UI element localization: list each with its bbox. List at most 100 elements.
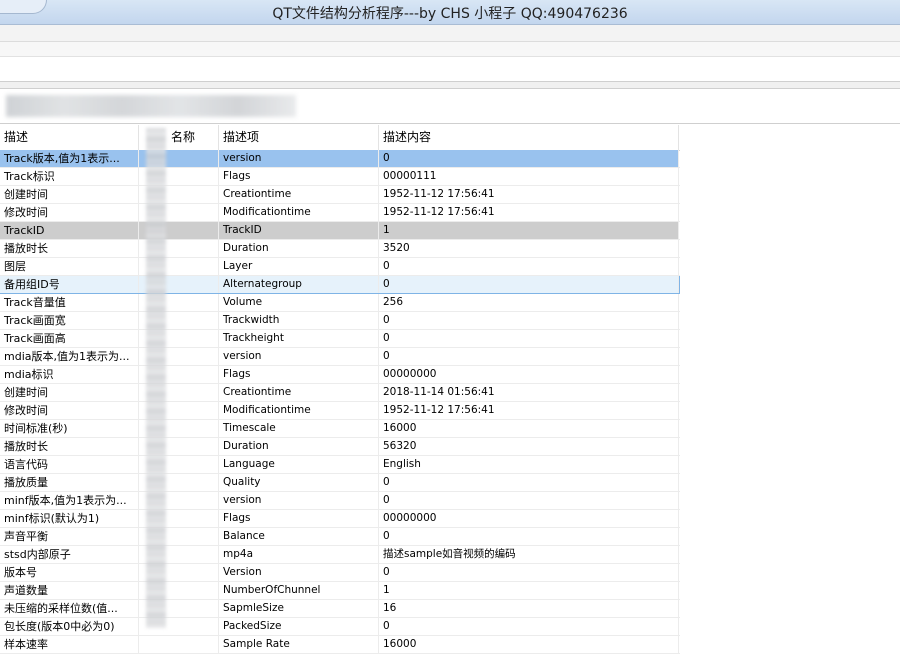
cell-description: stsd内部原子 [0,546,139,563]
cell-item: Flags [219,366,379,383]
cell-content: 2018-11-14 01:56:41 [379,384,679,401]
table-row[interactable]: 样本速率 Sample Rate 16000 [0,636,680,654]
cell-content: 0 [379,618,679,635]
cell-content: 16 [379,600,679,617]
cell-item: Creationtime [219,186,379,203]
table-row[interactable]: Track版本,值为1表示... version 0 [0,150,680,168]
table-row[interactable]: minf版本,值为1表示为... version 0 [0,492,680,510]
cell-description: 样本速率 [0,636,139,653]
cell-item: Sample Rate [219,636,379,653]
table-row[interactable]: 包长度(版本0中必为0) PackedSize 0 [0,618,680,636]
cell-item: Flags [219,510,379,527]
table-row[interactable]: 播放时长 Duration 3520 [0,240,680,258]
cell-description: 播放质量 [0,474,139,491]
cell-description: 备用组ID号 [0,276,139,293]
cell-item: PackedSize [219,618,379,635]
cell-content: 00000111 [379,168,679,185]
table-row[interactable]: TrackID TrackID 1 [0,222,680,240]
cell-content: 0 [379,258,679,275]
table-row[interactable]: 创建时间 Creationtime 2018-11-14 01:56:41 [0,384,680,402]
table-row[interactable]: Track音量值 Volume 256 [0,294,680,312]
table-row[interactable]: stsd内部原子 mp4a 描述sample如音视频的编码 [0,546,680,564]
table-row[interactable]: Track标识 Flags 00000111 [0,168,680,186]
cell-item: version [219,348,379,365]
cell-description: 未压缩的采样位数(值... [0,600,139,617]
cell-content: 256 [379,294,679,311]
cell-item: Modificationtime [219,402,379,419]
cell-description: 包长度(版本0中必为0) [0,618,139,635]
cell-item: Balance [219,528,379,545]
cell-item: SapmleSize [219,600,379,617]
table-body: Track版本,值为1表示... version 0 Track标识 Flags 0000… [0,150,680,654]
cell-description: 修改时间 [0,204,139,221]
cell-content: 0 [379,330,679,347]
cell-name [139,636,219,653]
cell-content: 00000000 [379,366,679,383]
column-header-content[interactable]: 描述内容 [379,125,679,150]
cell-content: English [379,456,679,473]
cell-description: 声音平衡 [0,528,139,545]
cell-description: 播放时长 [0,438,139,455]
title-bar: QT文件结构分析程序---by CHS 小程子 QQ:490476236 [0,0,900,25]
table-row[interactable]: 修改时间 Modificationtime 1952-11-12 17:56:41 [0,402,680,420]
cell-description: 创建时间 [0,384,139,401]
cell-description: 语言代码 [0,456,139,473]
cell-item: version [219,150,379,167]
table-row[interactable]: 创建时间 Creationtime 1952-11-12 17:56:41 [0,186,680,204]
table-row[interactable]: mdia标识 Flags 00000000 [0,366,680,384]
table-row[interactable]: 语言代码 Language English [0,456,680,474]
table-row[interactable]: 播放质量 Quality 0 [0,474,680,492]
cell-description: Track画面高 [0,330,139,347]
cell-content: 16000 [379,420,679,437]
table-row[interactable]: mdia版本,值为1表示为... version 0 [0,348,680,366]
cell-content: 0 [379,474,679,491]
cell-item: NumberOfChunnel [219,582,379,599]
cell-item: Timescale [219,420,379,437]
cell-content: 1952-11-12 17:56:41 [379,186,679,203]
cell-item: Modificationtime [219,204,379,221]
table-row[interactable]: Track画面宽 Trackwidth 0 [0,312,680,330]
cell-content: 1 [379,222,679,239]
cell-description: mdia版本,值为1表示为... [0,348,139,365]
cell-item: Duration [219,438,379,455]
table-top-border [0,123,900,124]
column-header-item[interactable]: 描述项 [219,125,379,150]
splitter[interactable] [0,81,900,89]
cell-content: 0 [379,492,679,509]
cell-item: Version [219,564,379,581]
cell-description: 声道数量 [0,582,139,599]
table-row[interactable]: 时间标准(秒) Timescale 16000 [0,420,680,438]
menu-bar[interactable] [0,25,900,42]
table-row[interactable]: 播放时长 Duration 56320 [0,438,680,456]
cell-description: 创建时间 [0,186,139,203]
cell-description: Track标识 [0,168,139,185]
cell-description: 时间标准(秒) [0,420,139,437]
table-row[interactable]: 声音平衡 Balance 0 [0,528,680,546]
cell-description: mdia标识 [0,366,139,383]
table-row[interactable]: Track画面高 Trackheight 0 [0,330,680,348]
cell-item: Layer [219,258,379,275]
cell-content: 0 [379,312,679,329]
table-row[interactable]: minf标识(默认为1) Flags 00000000 [0,510,680,528]
cell-content: 0 [379,348,679,365]
toolbar-spacer [0,57,900,81]
cell-item: mp4a [219,546,379,563]
table-row[interactable]: 备用组ID号 Alternategroup 0 [0,276,680,294]
table-row[interactable]: 未压缩的采样位数(值... SapmleSize 16 [0,600,680,618]
cell-item: Creationtime [219,384,379,401]
cell-item: Trackwidth [219,312,379,329]
cell-item: Duration [219,240,379,257]
cell-description: minf标识(默认为1) [0,510,139,527]
cell-content: 0 [379,276,679,293]
column-header-description[interactable]: 描述 [0,125,139,150]
table-row[interactable]: 版本号 Version 0 [0,564,680,582]
cell-description: minf版本,值为1表示为... [0,492,139,509]
cell-description: Track画面宽 [0,312,139,329]
table-row[interactable]: 图层 Layer 0 [0,258,680,276]
table-row[interactable]: 声道数量 NumberOfChunnel 1 [0,582,680,600]
table-header: 描述 名称 描述项 描述内容 [0,125,680,151]
cell-content: 1952-11-12 17:56:41 [379,204,679,221]
table-row[interactable]: 修改时间 Modificationtime 1952-11-12 17:56:41 [0,204,680,222]
cell-content: 0 [379,528,679,545]
toolbar[interactable] [0,42,900,57]
